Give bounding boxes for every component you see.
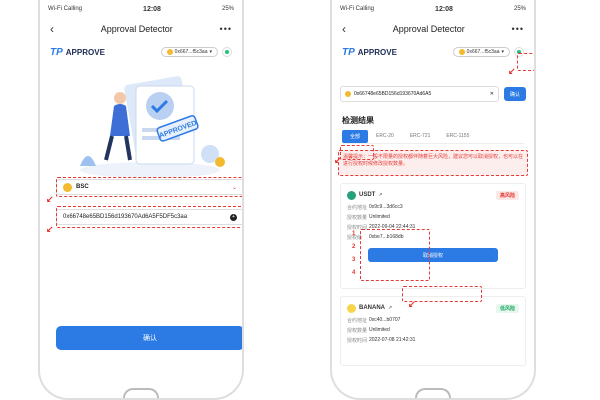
more-icon[interactable]: ••• bbox=[220, 24, 232, 34]
brand-row: TP APPROVE 0x667...f5c3aa ▾ bbox=[332, 40, 534, 64]
clock: 12:08 bbox=[143, 5, 161, 13]
highlight-connection-status bbox=[517, 53, 534, 71]
risk-badge: 高风险 bbox=[495, 190, 519, 200]
phone-right: Wi-Fi Calling 12:08 25% ‹ Approval Detec… bbox=[330, 0, 536, 400]
wallet-area: 0x667...f5c3aa ▾ bbox=[452, 47, 524, 57]
pointer-arrow-icon: ↙ bbox=[508, 66, 516, 76]
external-link-icon[interactable]: ↗ bbox=[388, 305, 392, 311]
address-search-input[interactable]: 0x66748e65BD156d193670Ad6A5 ✕ bbox=[340, 86, 499, 102]
hero-illustration: APPROVED bbox=[60, 70, 225, 182]
nav-bar: ‹ Approval Detector ••• bbox=[40, 18, 242, 40]
highlight-card-fields bbox=[360, 229, 430, 281]
carrier-label: Wi-Fi Calling bbox=[340, 6, 375, 12]
app-logo: TP APPROVE bbox=[50, 47, 105, 58]
pointer-arrow-icon: ↙ bbox=[334, 155, 342, 165]
step-marker-2: 2 bbox=[352, 244, 356, 250]
connection-status-icon[interactable] bbox=[222, 47, 232, 57]
status-bar: Wi-Fi Calling 12:08 25% bbox=[40, 0, 242, 18]
page-title: Approval Detector bbox=[100, 24, 173, 34]
back-icon[interactable]: ‹ bbox=[50, 23, 54, 35]
highlight-address-input bbox=[56, 206, 242, 228]
clear-icon[interactable]: ✕ bbox=[490, 91, 494, 97]
home-button[interactable] bbox=[415, 388, 451, 398]
brand-row: TP APPROVE 0x667...f5c3aa ▾ bbox=[40, 40, 242, 64]
tab-erc20[interactable]: ERC-20 bbox=[368, 130, 402, 143]
pointer-arrow-icon: ↙ bbox=[46, 224, 54, 234]
carrier-label: Wi-Fi Calling bbox=[48, 6, 83, 12]
status-bar: Wi-Fi Calling 12:08 25% bbox=[332, 0, 534, 18]
card-header: USDT ↗ 高风险 bbox=[347, 188, 519, 202]
logo-mark: TP bbox=[342, 46, 355, 58]
app-logo: TP APPROVE bbox=[342, 47, 397, 58]
approval-card-banana: BANANA ↗ 低风险 合约地址 0xc40...b0707 授权数量 Unlim… bbox=[340, 296, 526, 366]
highlight-tab-all bbox=[340, 145, 374, 160]
phone-left: Wi-Fi Calling 12:08 25% ‹ Approval Detec… bbox=[38, 0, 244, 400]
token-name: USDT bbox=[359, 192, 376, 198]
search-value: 0x66748e65BD156d193670Ad6A5 bbox=[354, 91, 432, 97]
wallet-address-pill[interactable]: 0x667...f5c3aa ▾ bbox=[452, 47, 510, 57]
step-marker-3: 3 bbox=[352, 257, 356, 263]
results-title: 检测结果 bbox=[342, 116, 374, 125]
contract-address: 0x9c9...3d6cc3 bbox=[369, 204, 403, 210]
search-row: 0x66748e65BD156d193670Ad6A5 ✕ 确认 bbox=[332, 86, 534, 102]
nav-bar: ‹ Approval Detector ••• bbox=[332, 18, 534, 40]
battery-label: 25% bbox=[221, 6, 234, 12]
battery-label: 25% bbox=[513, 6, 526, 12]
token-name: BANANA bbox=[359, 305, 385, 311]
step-marker-1: 1 bbox=[352, 231, 356, 237]
usdt-token-icon bbox=[347, 190, 356, 200]
clock: 12:08 bbox=[435, 5, 453, 13]
wallet-area: 0x667...f5c3aa ▾ bbox=[160, 47, 232, 57]
wallet-address: 0x667...f5c3aa bbox=[466, 49, 500, 55]
kv-row: 授权时间 2022-07-08 21:42:31 bbox=[347, 337, 416, 344]
kv-row: 授权数量 Unlimited bbox=[347, 214, 390, 221]
wallet-address-pill[interactable]: 0x667...f5c3aa ▾ bbox=[160, 47, 218, 57]
approval-amount: Unlimited bbox=[369, 214, 390, 220]
approval-amount: Unlimited bbox=[369, 327, 390, 333]
back-icon[interactable]: ‹ bbox=[342, 23, 346, 35]
banana-token-icon bbox=[347, 303, 356, 313]
confirm-button[interactable]: 确认 bbox=[56, 326, 242, 350]
tab-erc721[interactable]: ERC-721 bbox=[402, 130, 439, 143]
contract-address: 0xc40...b0707 bbox=[369, 317, 401, 323]
logo-mark: TP bbox=[50, 46, 63, 58]
pointer-arrow-icon: ↙ bbox=[46, 194, 54, 204]
external-link-icon[interactable]: ↗ bbox=[378, 192, 382, 198]
tab-erc1155[interactable]: ERC-1155 bbox=[438, 130, 477, 143]
chevron-down-icon: ▾ bbox=[501, 49, 504, 55]
logo-text: APPROVE bbox=[357, 47, 397, 57]
tab-all[interactable]: 全部 bbox=[342, 130, 369, 143]
home-button[interactable] bbox=[123, 388, 159, 398]
wallet-address: 0x667...f5c3aa bbox=[174, 49, 208, 55]
approval-time: 2022-07-08 21:42:31 bbox=[369, 337, 416, 343]
kv-row: 合约地址 0x9c9...3d6cc3 bbox=[347, 204, 403, 211]
highlight-chain-selector bbox=[56, 177, 242, 197]
search-confirm-button[interactable]: 确认 bbox=[504, 87, 526, 101]
risk-badge: 低风险 bbox=[495, 303, 519, 313]
kv-row: 授权数量 Unlimited bbox=[347, 327, 390, 334]
page-title: Approval Detector bbox=[392, 24, 465, 34]
pointer-arrow-icon: ↙ bbox=[408, 299, 416, 309]
chevron-down-icon: ▾ bbox=[209, 49, 212, 55]
step-marker-4: 4 bbox=[352, 270, 356, 276]
approval-illustration: APPROVED bbox=[80, 76, 225, 178]
more-icon[interactable]: ••• bbox=[512, 24, 524, 34]
bnb-coin-icon bbox=[345, 91, 351, 97]
bnb-coin-icon bbox=[166, 49, 173, 55]
logo-text: APPROVE bbox=[65, 47, 105, 57]
kv-row: 合约地址 0xc40...b0707 bbox=[347, 317, 401, 324]
token-type-tabs: 全部 ERC-20 ERC-721 ERC-1155 bbox=[342, 130, 524, 144]
card-header: BANANA ↗ 低风险 bbox=[347, 301, 519, 315]
bnb-coin-icon bbox=[458, 49, 465, 55]
